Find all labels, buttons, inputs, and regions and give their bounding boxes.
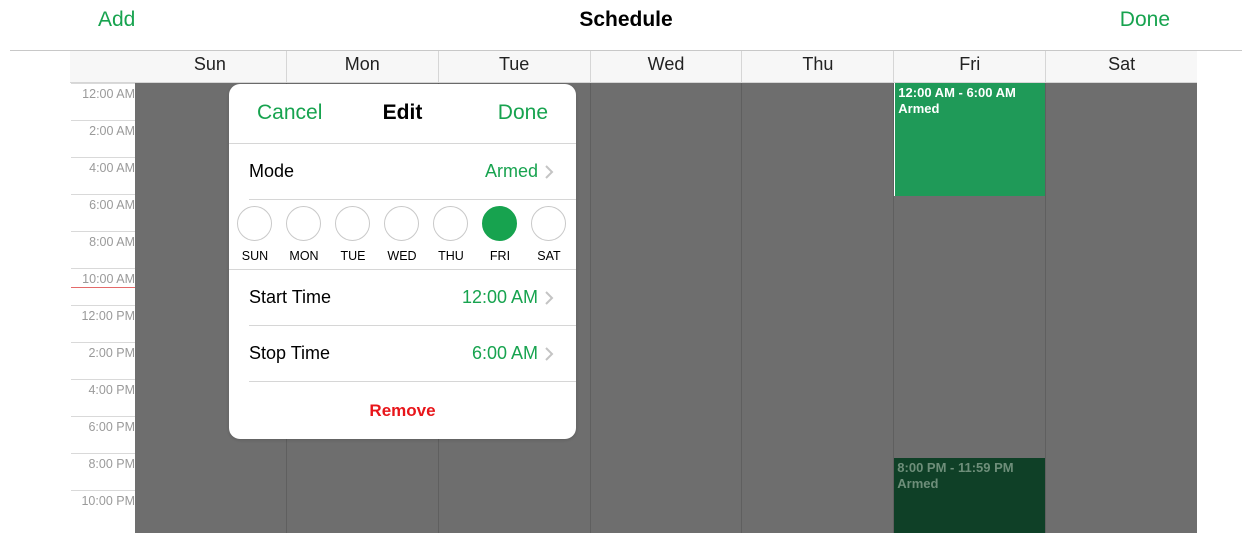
- time-label: 8:00 PM: [71, 453, 135, 471]
- day-toggle-mon[interactable]: MON: [279, 206, 329, 268]
- day-header-sun: Sun: [193, 54, 226, 74]
- time-label: 8:00 AM: [71, 231, 135, 249]
- start-time-value: 12:00 AM: [461, 287, 538, 307]
- popover-done-button[interactable]: Done: [498, 101, 548, 125]
- day-toggle-circle-selected: [482, 206, 517, 241]
- time-label: 2:00 PM: [71, 342, 135, 360]
- day-header: Sun Mon Tue Wed Thu Fri Sat: [70, 51, 1197, 83]
- schedule-screen: Add Schedule Done Sun Mon Tue Wed Thu Fr…: [0, 0, 1252, 533]
- time-label: 2:00 AM: [71, 120, 135, 138]
- chevron-right-icon: [545, 347, 554, 361]
- add-button[interactable]: Add: [98, 8, 135, 32]
- day-toggle-circle: [433, 206, 468, 241]
- day-toggle-wed[interactable]: WED: [377, 206, 427, 268]
- mode-value: Armed: [484, 161, 538, 181]
- day-column-sat[interactable]: [1045, 83, 1197, 533]
- mode-row[interactable]: Mode Armed: [249, 144, 576, 200]
- page-title: Schedule: [579, 8, 673, 31]
- event-time: 12:00 AM - 6:00 AM: [898, 85, 1016, 100]
- time-label: 4:00 PM: [71, 379, 135, 397]
- day-toggle-label: MON: [289, 249, 319, 263]
- day-column-wed[interactable]: [589, 83, 742, 533]
- start-time-row[interactable]: Start Time 12:00 AM: [249, 270, 576, 326]
- chevron-right-icon: [545, 165, 554, 179]
- day-toggle-circle: [237, 206, 272, 241]
- event-mode: Armed: [897, 476, 939, 491]
- schedule-event[interactable]: 8:00 PM - 11:59 PM Armed: [894, 458, 1047, 533]
- day-header-wed: Wed: [589, 51, 742, 82]
- chevron-right-icon: [545, 291, 554, 305]
- time-label: 6:00 PM: [71, 416, 135, 434]
- day-toggle-circle: [384, 206, 419, 241]
- time-label-current: 10:00 AM: [71, 268, 137, 288]
- day-toggle-label: WED: [387, 249, 417, 263]
- day-toggle-label: FRI: [489, 249, 511, 263]
- time-axis: 12:00 AM 2:00 AM 4:00 AM 6:00 AM 8:00 AM…: [70, 83, 137, 533]
- day-toggle-label: SAT: [537, 249, 561, 263]
- done-button[interactable]: Done: [1120, 8, 1170, 32]
- edit-popover: Cancel Edit Done Mode Armed SUN MON TUE: [229, 84, 576, 439]
- event-mode: Armed: [898, 101, 940, 116]
- day-toggle-label: SUN: [241, 249, 269, 263]
- time-label: 12:00 PM: [71, 305, 135, 323]
- day-header-sat: Sat: [1045, 51, 1197, 82]
- start-time-label: Start Time: [249, 287, 332, 307]
- mode-label: Mode: [249, 161, 295, 181]
- day-toggle-label: TUE: [340, 249, 366, 263]
- day-header-mon: Mon: [285, 51, 438, 82]
- day-header-thu: Thu: [741, 51, 893, 82]
- day-selector: SUN MON TUE WED THU FRI SAT: [229, 200, 576, 270]
- time-label: 6:00 AM: [71, 194, 135, 212]
- day-toggle-thu[interactable]: THU: [426, 206, 476, 268]
- remove-button[interactable]: Remove: [229, 382, 576, 439]
- day-header-fri: Fri: [893, 51, 1045, 82]
- day-toggle-circle: [286, 206, 321, 241]
- day-toggle-sat[interactable]: SAT: [524, 206, 574, 268]
- day-column-fri[interactable]: 12:00 AM - 6:00 AM Armed 8:00 PM - 11:59…: [893, 83, 1047, 533]
- day-header-tue: Tue: [437, 51, 590, 82]
- event-time: 8:00 PM - 11:59 PM: [897, 460, 1014, 475]
- popover-header: Cancel Edit Done: [229, 84, 576, 144]
- day-toggle-sun[interactable]: SUN: [230, 206, 280, 268]
- time-label: 4:00 AM: [71, 157, 135, 175]
- day-toggle-tue[interactable]: TUE: [328, 206, 378, 268]
- stop-time-label: Stop Time: [249, 343, 331, 363]
- time-label: 10:00 PM: [71, 490, 135, 508]
- day-toggle-circle: [531, 206, 566, 241]
- time-label: 12:00 AM: [71, 83, 135, 101]
- stop-time-value: 6:00 AM: [471, 343, 538, 363]
- day-toggle-circle: [335, 206, 370, 241]
- day-toggle-fri[interactable]: FRI: [475, 206, 525, 268]
- day-toggle-label: THU: [438, 249, 464, 263]
- day-column-thu[interactable]: [741, 83, 893, 533]
- cancel-button[interactable]: Cancel: [257, 101, 322, 125]
- schedule-event[interactable]: 12:00 AM - 6:00 AM Armed: [894, 83, 1047, 196]
- stop-time-row[interactable]: Stop Time 6:00 AM: [249, 326, 576, 382]
